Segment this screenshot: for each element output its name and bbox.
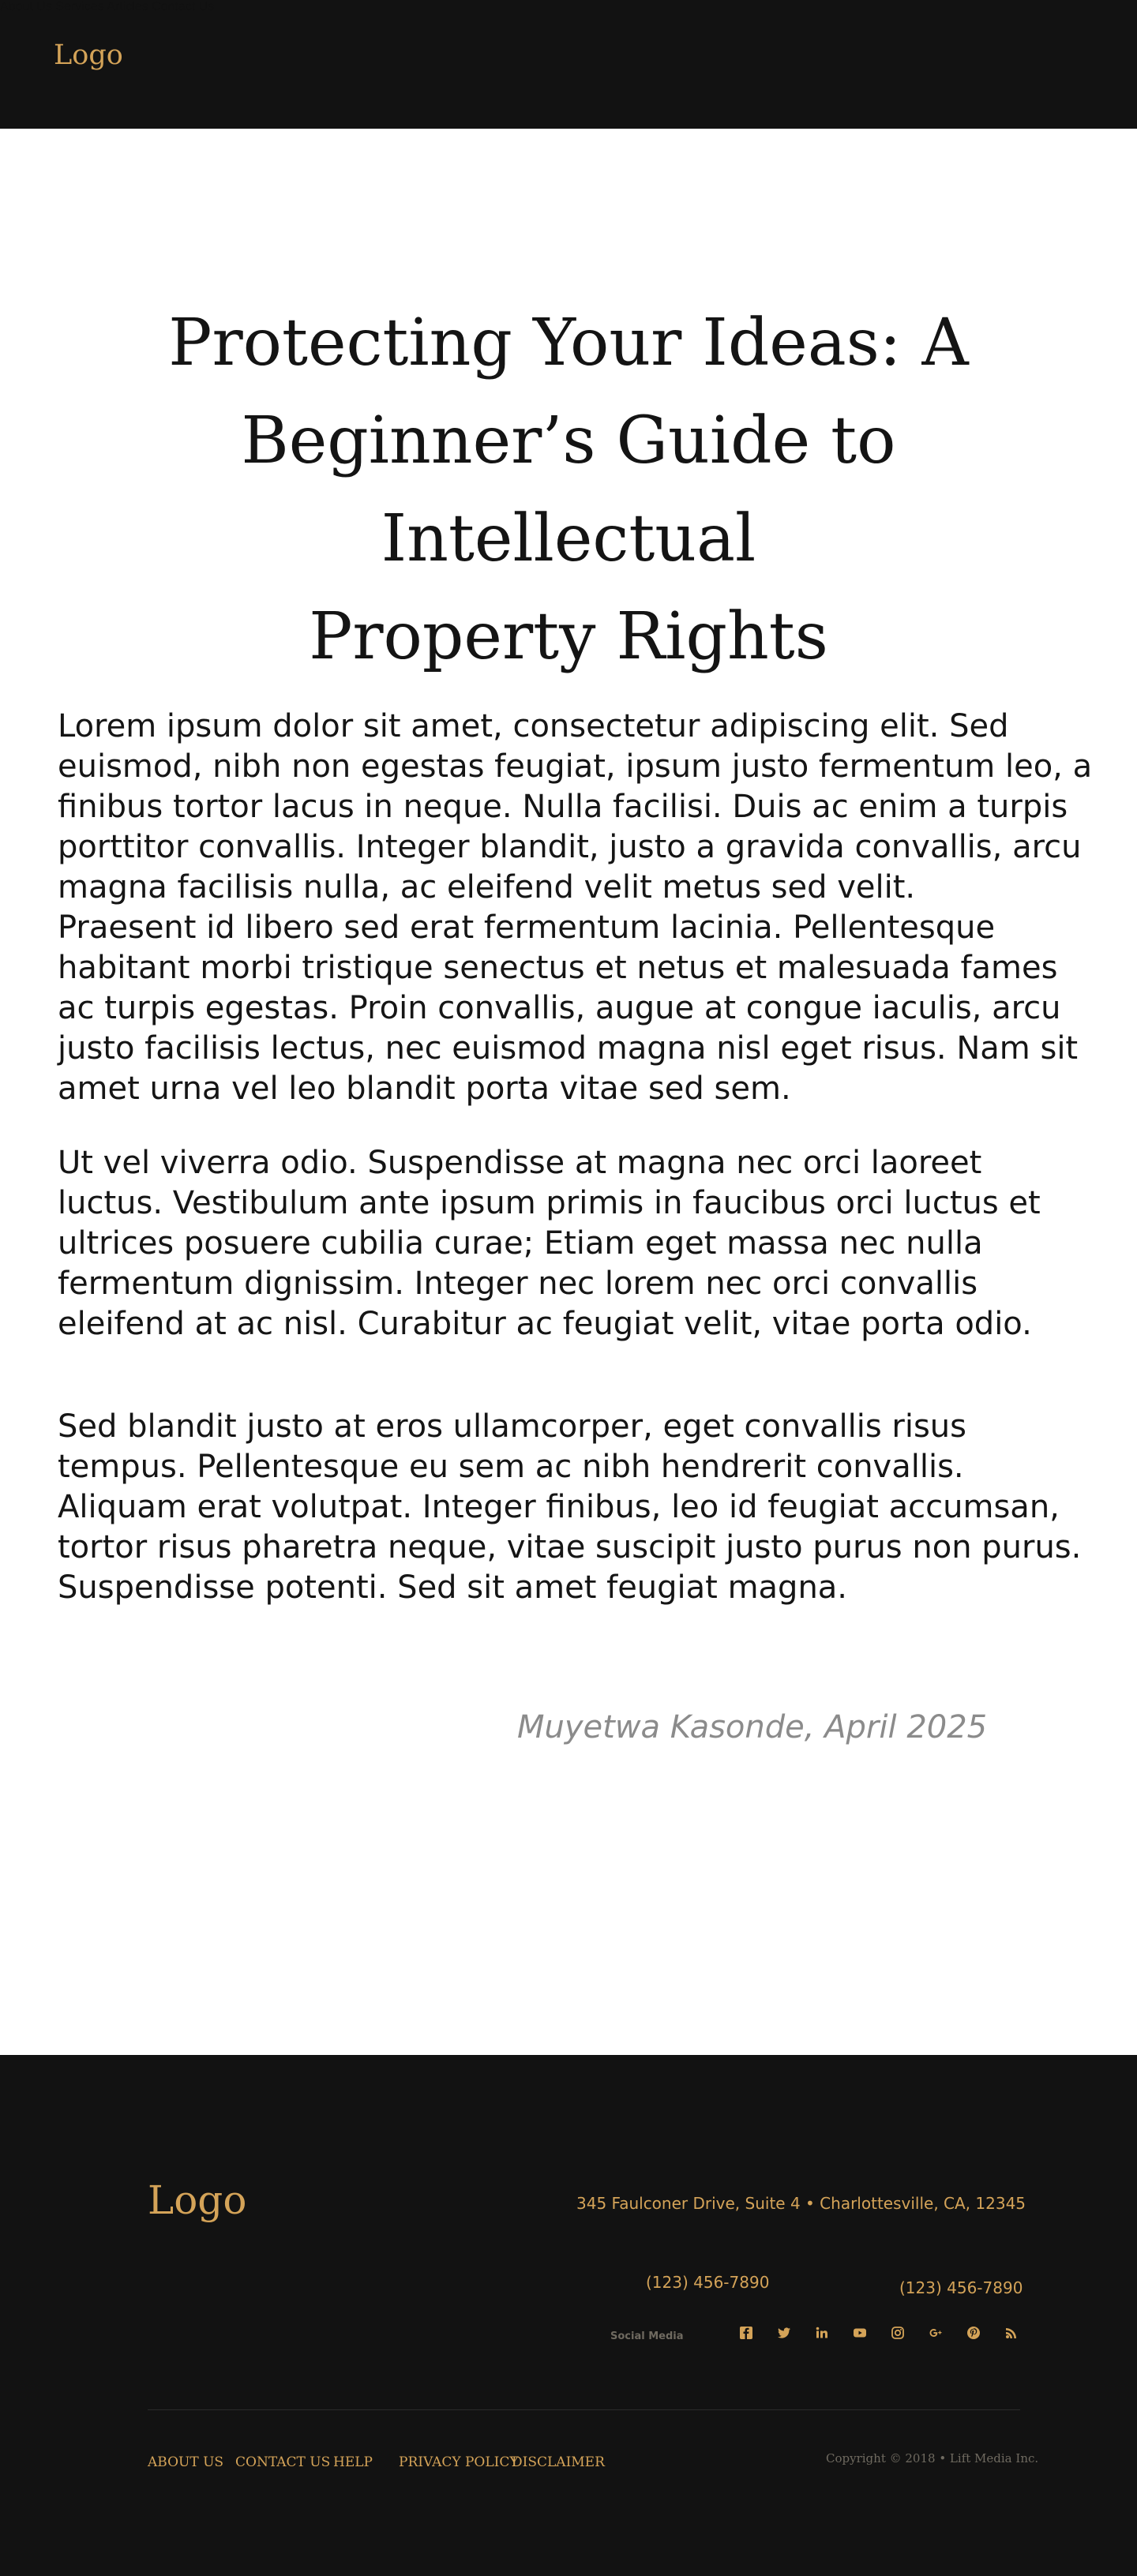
article-title-line: Protecting Your Ideas: A (168, 306, 969, 381)
footer-link-help[interactable]: HELP (333, 2454, 373, 2470)
youtube-icon[interactable] (852, 2325, 868, 2341)
header-logo[interactable]: Logo (54, 39, 123, 71)
footer-address: 345 Faulconer Drive, Suite 4 • Charlotte… (576, 2194, 1026, 2213)
nav-about-us[interactable]: About Us (0, 0, 52, 13)
pinterest-icon[interactable] (966, 2325, 981, 2341)
footer-phone-primary[interactable]: (123) 456-7890 (646, 2273, 769, 2292)
footer-link-disclaimer[interactable]: DISCLAIMER (512, 2454, 605, 2470)
site-header: Logo About Us Services Articles Contact … (0, 0, 1137, 129)
article-title: Protecting Your Ideas: A Beginner’s Guid… (55, 294, 1082, 686)
nav-services[interactable]: Services (55, 0, 103, 13)
paragraph-line: Aliquam erat volutpat. Integer finibus, … (58, 1489, 1060, 1525)
paragraph-line: euismod, nibh non egestas feugiat, ipsum… (58, 748, 1093, 785)
paragraph-line: tempus. Pellentesque eu sem ac nibh hend… (58, 1449, 964, 1485)
footer-divider (148, 2409, 1020, 2410)
linkedin-icon[interactable] (814, 2325, 830, 2341)
article-title-line: Property Rights (309, 599, 828, 674)
main-nav: About Us Services Articles Contact Us (0, 0, 1137, 14)
footer-link-privacy-policy[interactable]: PRIVACY POLICY (399, 2454, 519, 2470)
nav-articles[interactable]: Articles (107, 0, 148, 13)
google-plus-icon[interactable] (928, 2325, 944, 2341)
paragraph-line: Ut vel viverra odio. Suspendisse at magn… (58, 1145, 982, 1181)
paragraph-line: tortor risus pharetra neque, vitae susci… (58, 1529, 1082, 1565)
facebook-icon[interactable] (738, 2325, 754, 2341)
footer-link-contact-us[interactable]: CONTACT US (235, 2454, 330, 2470)
paragraph-line: ultrices posuere cubilia curae; Etiam eg… (58, 1225, 983, 1262)
site-footer (0, 2055, 1137, 2576)
social-media-label: Social Media (610, 2330, 684, 2342)
paragraph-line: Sed blandit justo at eros ullamcorper, e… (58, 1408, 966, 1445)
rss-icon[interactable] (1004, 2325, 1019, 2341)
footer-copyright: Copyright © 2018 • Lift Media Inc. (826, 2451, 1039, 2465)
paragraph-line: Praesent id libero sed erat fermentum la… (58, 909, 996, 946)
footer-phone-secondary[interactable]: (123) 456-7890 (899, 2278, 1023, 2297)
paragraph-line: Suspendisse potenti. Sed sit amet feugia… (58, 1569, 848, 1606)
article-paragraph-1: Lorem ipsum dolor sit amet, consectetur … (58, 707, 1093, 1109)
article-title-line: Beginner’s Guide to Intellectual (241, 403, 896, 576)
paragraph-line: porttitor convallis. Integer blandit, ju… (58, 829, 1082, 865)
paragraph-line: justo facilisis lectus, nec euismod magn… (58, 1030, 1079, 1067)
article-paragraph-3: Sed blandit justo at eros ullamcorper, e… (58, 1407, 1084, 1608)
paragraph-line: finibus tortor lacus in neque. Nulla fac… (58, 789, 1068, 825)
footer-link-about-us[interactable]: ABOUT US (148, 2454, 223, 2470)
article-paragraph-2: Ut vel viverra odio. Suspendisse at magn… (58, 1143, 1084, 1344)
paragraph-line: fermentum dignissim. Integer nec lorem n… (58, 1266, 978, 1302)
paragraph-line: habitant morbi tristique senectus et net… (58, 950, 1058, 986)
footer-logo[interactable]: Logo (148, 2177, 246, 2223)
paragraph-line: ac turpis egestas. Proin convallis, augu… (58, 990, 1061, 1026)
twitter-icon[interactable] (776, 2325, 792, 2341)
nav-contact-us[interactable]: Contact Us (152, 0, 214, 13)
paragraph-line: Lorem ipsum dolor sit amet, consectetur … (58, 708, 1009, 744)
article-byline: Muyetwa Kasonde, April 2025 (517, 1709, 988, 1745)
paragraph-line: luctus. Vestibulum ante ipsum primis in … (58, 1185, 1041, 1221)
instagram-icon[interactable] (890, 2325, 906, 2341)
paragraph-line: eleifend at ac nisl. Curabitur ac feugia… (58, 1306, 1032, 1342)
paragraph-line: magna facilisis nulla, ac eleifend velit… (58, 869, 916, 906)
paragraph-line: amet urna vel leo blandit porta vitae se… (58, 1071, 791, 1107)
